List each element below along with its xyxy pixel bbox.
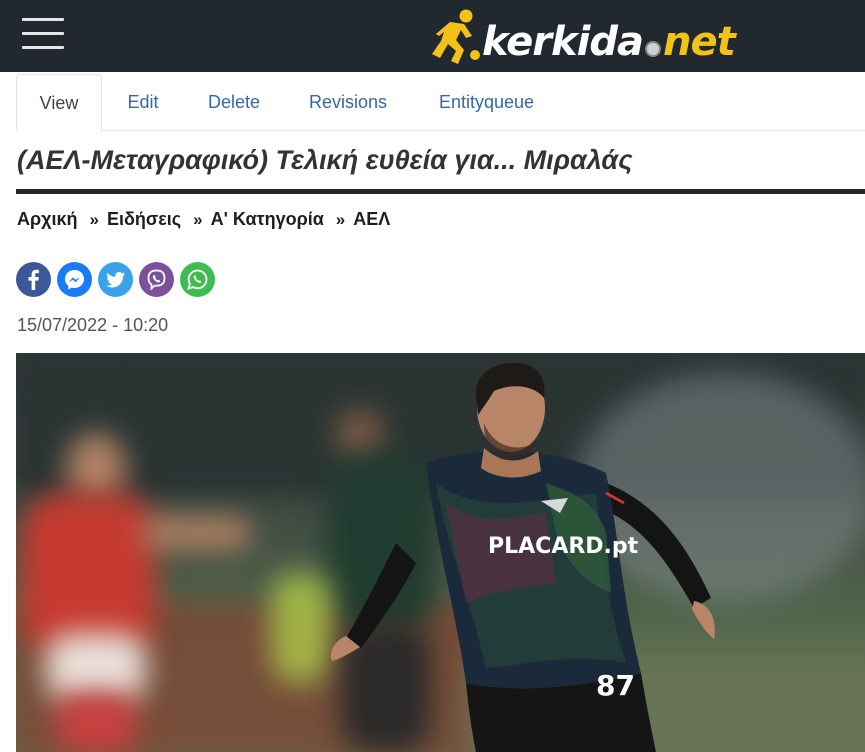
site-header: kerkida net [0,0,865,72]
logo-tld: net [662,19,736,65]
menu-bar [22,18,64,21]
menu-bar [22,32,64,35]
football-icon [644,41,661,57]
shirt-sponsor: PLACARD.pt [488,534,639,559]
twitter-share-button[interactable] [98,262,133,297]
blurred-player-red-shirt [21,493,156,653]
tab-delete[interactable]: Delete [206,74,262,131]
whatsapp-icon [187,269,208,290]
tab-entityqueue[interactable]: Entityqueue [435,74,538,131]
blurred-player-socks [56,693,136,752]
messenger-share-button[interactable] [57,262,92,297]
breadcrumb-category[interactable]: Α' Κατηγορία [211,209,324,229]
breadcrumb-news[interactable]: Ειδήσεις [107,209,181,229]
running-player-icon [432,9,480,64]
publish-date: 15/07/2022 - 10:20 [17,315,169,335]
article-photo[interactable]: PLACARD.pt 87 [16,353,865,752]
breadcrumb-team[interactable]: ΑΕΛ [353,209,390,229]
viber-share-button[interactable] [139,262,174,297]
blurred-player-arm [141,518,251,548]
logo-word: kerkida [482,19,644,65]
article-title: (ΑΕΛ-Μεταγραφικό) Τελική ευθεία για... Μ… [17,145,633,175]
messenger-icon [65,270,84,290]
menu-bar [22,46,64,49]
admin-tabs: View Edit Delete Revisions Entityqueue [16,74,865,131]
breadcrumb-separator: » [335,210,346,229]
main-player: PLACARD.pt 87 [330,362,715,752]
hamburger-menu-icon[interactable] [22,18,66,52]
logo-text: kerkida net [482,19,736,65]
facebook-icon [28,269,39,290]
tab-view[interactable]: View [16,74,102,131]
breadcrumb-separator: » [193,210,203,229]
tab-edit[interactable]: Edit [126,74,160,131]
twitter-icon [106,272,125,288]
breadcrumb: Αρχική » Ειδήσεις » Α' Κατηγορία » ΑΕΛ [17,209,390,235]
title-divider [16,189,865,194]
tab-revisions[interactable]: Revisions [306,74,390,131]
site-logo[interactable]: kerkida net [428,8,748,66]
viber-icon [147,269,166,291]
shirt-number: 87 [596,669,635,702]
breadcrumb-separator: » [89,210,100,229]
breadcrumb-home[interactable]: Αρχική [17,209,78,229]
facebook-share-button[interactable] [16,262,51,297]
whatsapp-share-button[interactable] [180,262,215,297]
